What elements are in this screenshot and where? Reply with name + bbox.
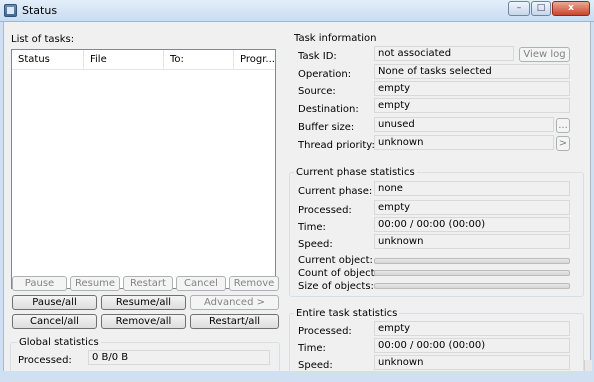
global-statistics-title: Global statistics: [17, 337, 101, 348]
global-processed-value: 0 B/0 B: [88, 350, 270, 365]
source-label: Source:: [298, 86, 336, 97]
restart-all-button[interactable]: Restart/all: [190, 314, 279, 329]
restart-button[interactable]: Restart: [123, 276, 173, 291]
tasks-list-header: Status File To: Progr...: [12, 50, 275, 70]
tasks-list[interactable]: Status File To: Progr...: [11, 49, 276, 289]
task-information-title: Task information: [294, 33, 377, 44]
list-of-tasks-label: List of tasks:: [11, 34, 75, 45]
entire-processed-label: Processed:: [298, 326, 352, 337]
destination-label: Destination:: [298, 104, 359, 115]
close-button[interactable]: x: [552, 1, 590, 16]
window-title: Status: [22, 4, 58, 17]
vertical-scrollbar[interactable]: [584, 360, 592, 371]
column-to[interactable]: To:: [164, 50, 234, 70]
remove-all-button[interactable]: Remove/all: [101, 314, 186, 329]
entire-speed-label: Speed:: [298, 360, 333, 371]
pause-all-button[interactable]: Pause/all: [12, 295, 97, 310]
entire-speed-value: unknown: [374, 355, 570, 370]
entire-processed-value: empty: [374, 321, 570, 336]
column-progress[interactable]: Progr...: [234, 50, 275, 70]
resume-all-button[interactable]: Resume/all: [101, 295, 186, 310]
status-dialog: List of tasks: Status File To: Progr... …: [3, 22, 592, 382]
source-value: empty: [374, 81, 570, 96]
resume-button[interactable]: Resume: [70, 276, 120, 291]
current-phase-value: none: [374, 181, 570, 196]
entire-task-title: Entire task statistics: [294, 308, 400, 319]
minimize-button[interactable]: –: [508, 1, 530, 16]
buffer-size-button[interactable]: ...: [556, 118, 570, 133]
size-of-objects-progress: [374, 283, 570, 289]
destination-value: empty: [374, 98, 570, 113]
current-phase-title: Current phase statistics: [294, 167, 417, 178]
task-id-label: Task ID:: [298, 51, 337, 62]
thread-priority-button[interactable]: >: [556, 136, 570, 151]
current-object-label: Current object:: [298, 255, 373, 266]
view-log-button[interactable]: View log: [519, 47, 570, 62]
thread-priority-label: Thread priority:: [298, 140, 375, 151]
remove-button[interactable]: Remove: [229, 276, 279, 291]
entire-time-value: 00:00 / 00:00 (00:00): [374, 338, 570, 353]
buffer-size-label: Buffer size:: [298, 122, 355, 133]
pause-button[interactable]: Pause: [12, 276, 67, 291]
count-of-objects-label: Count of objects:: [298, 268, 384, 279]
task-id-value: not associated: [374, 46, 514, 61]
current-object-progress: [374, 258, 570, 264]
cancel-button[interactable]: Cancel: [176, 276, 226, 291]
phase-processed-value: empty: [374, 200, 570, 215]
operation-label: Operation:: [298, 69, 352, 80]
global-processed-label: Processed:: [18, 355, 72, 366]
column-status[interactable]: Status: [12, 50, 84, 70]
thread-priority-value: unknown: [374, 135, 554, 150]
operation-value: None of tasks selected: [374, 64, 570, 79]
cancel-all-button[interactable]: Cancel/all: [12, 314, 97, 329]
current-phase-label: Current phase:: [298, 186, 373, 197]
advanced-button[interactable]: Advanced >: [190, 295, 279, 310]
column-file[interactable]: File: [84, 50, 164, 70]
count-of-objects-progress: [374, 270, 570, 276]
title-bar[interactable]: Status – □ x: [0, 0, 594, 22]
phase-speed-value: unknown: [374, 234, 570, 249]
phase-processed-label: Processed:: [298, 205, 352, 216]
entire-time-label: Time:: [298, 343, 326, 354]
phase-time-label: Time:: [298, 222, 326, 233]
app-icon: [4, 4, 17, 17]
phase-time-value: 00:00 / 00:00 (00:00): [374, 217, 570, 232]
size-of-objects-label: Size of objects:: [298, 281, 374, 292]
phase-speed-label: Speed:: [298, 239, 333, 250]
buffer-size-value: unused: [374, 117, 554, 132]
maximize-button[interactable]: □: [531, 1, 551, 16]
